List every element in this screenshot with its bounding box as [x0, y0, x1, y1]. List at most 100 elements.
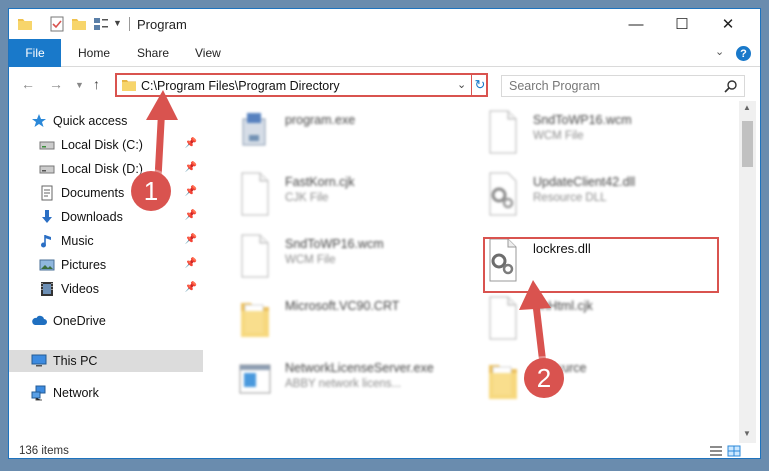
navigation-pane: Quick access Local Disk (C:) 📌 Local Dis…: [9, 101, 203, 443]
chevron-down-icon[interactable]: ▼: [113, 18, 122, 28]
sidebar-item-label: Network: [53, 386, 99, 400]
sidebar-item-label: This PC: [53, 354, 98, 368]
sidebar-item-downloads[interactable]: Downloads 📌: [9, 206, 203, 228]
pictures-icon: [39, 259, 55, 271]
file-name: NetworkLicenseServer.exe: [285, 361, 434, 375]
expand-ribbon-chevron-icon[interactable]: ⌄: [715, 45, 724, 58]
status-bar: 136 items: [9, 443, 760, 458]
title-bar: ▼ Program — ☐ ✕: [9, 9, 760, 39]
sidebar-item-onedrive[interactable]: OneDrive: [9, 310, 203, 332]
customize-toolbar-icon[interactable]: [93, 16, 109, 32]
address-path[interactable]: C:\Program Files\Program Directory: [141, 79, 340, 93]
tab-file[interactable]: File: [9, 39, 61, 67]
file-item-snhtml-cjk[interactable]: SnHtml.cjk: [485, 293, 725, 347]
sidebar-item-label: Music: [61, 234, 94, 248]
back-arrow-icon[interactable]: ←: [21, 76, 35, 92]
file-item-networklicenseserver-exe[interactable]: NetworkLicenseServer.exe ABBY network li…: [237, 355, 477, 409]
step-1-badge: 1: [131, 171, 171, 211]
sidebar-item-local-disk-c[interactable]: Local Disk (C:) 📌: [9, 134, 203, 156]
ribbon: File Home Share View ⌄ ?: [9, 39, 760, 67]
help-icon[interactable]: ?: [736, 46, 751, 61]
file-type: ABBY network licens...: [285, 378, 402, 390]
network-icon: [31, 385, 46, 401]
sidebar-item-pictures[interactable]: Pictures 📌: [9, 254, 203, 276]
folder-icon: [241, 303, 269, 337]
tab-share[interactable]: Share: [137, 46, 169, 60]
computer-icon: [31, 354, 47, 367]
folder-icon: [489, 365, 517, 399]
videos-icon: [41, 282, 53, 296]
properties-check-icon[interactable]: [49, 16, 65, 32]
downloads-icon: [42, 210, 52, 223]
search-icon[interactable]: [724, 79, 738, 93]
blank-file-icon: [241, 172, 269, 216]
file-type: WCM File: [285, 254, 336, 266]
sidebar-item-label: Downloads: [61, 210, 123, 224]
item-count: 136 items: [19, 445, 69, 457]
pin-icon[interactable]: 📌: [185, 186, 197, 197]
blank-file-icon: [489, 296, 517, 340]
file-name: SndToWP16.wcm: [533, 113, 632, 127]
pin-icon[interactable]: 📌: [185, 162, 197, 173]
file-item-program-exe[interactable]: program.exe: [237, 107, 477, 161]
lockres-highlight-box: [483, 237, 719, 293]
file-item-resource[interactable]: Resource: [485, 355, 725, 409]
sidebar-item-label: Pictures: [61, 258, 107, 272]
exe-installer-icon: [242, 113, 266, 146]
pin-icon[interactable]: 📌: [185, 258, 197, 269]
documents-icon: [41, 185, 53, 201]
search-input[interactable]: Search Program: [509, 79, 600, 93]
pin-icon[interactable]: 📌: [185, 282, 197, 293]
large-icons-view-icon[interactable]: [727, 445, 741, 457]
step-2-badge: 2: [524, 358, 564, 398]
tab-home[interactable]: Home: [78, 46, 110, 60]
drive-icon: [39, 141, 55, 150]
music-icon: [41, 235, 51, 248]
address-bar[interactable]: C:\Program Files\Program Directory ⌄ ↻: [115, 73, 488, 97]
recent-locations-chevron-icon[interactable]: ▼: [75, 80, 84, 90]
file-item-sndtowp16-wcm-2[interactable]: SndToWP16.wcm WCM File: [237, 231, 477, 285]
pin-icon[interactable]: 📌: [185, 210, 197, 221]
sidebar-item-label: Local Disk (D:): [61, 162, 143, 176]
new-folder-icon[interactable]: [71, 16, 87, 32]
file-type: WCM File: [533, 130, 584, 142]
scroll-down-arrow-icon[interactable]: ▼: [743, 429, 751, 438]
up-arrow-icon[interactable]: ↑: [93, 76, 100, 92]
search-box[interactable]: Search Program: [501, 75, 745, 97]
file-item-sndtowp16-wcm[interactable]: SndToWP16.wcm WCM File: [485, 107, 725, 161]
scrollbar-thumb[interactable]: [742, 121, 753, 167]
file-type: CJK File: [285, 192, 329, 204]
dll-gear-icon: [489, 172, 517, 216]
pin-icon[interactable]: 📌: [185, 234, 197, 245]
sidebar-item-music[interactable]: Music 📌: [9, 230, 203, 252]
sidebar-item-quick-access[interactable]: Quick access: [9, 110, 203, 132]
tab-view[interactable]: View: [195, 46, 221, 60]
file-item-fastkorn-cjk[interactable]: FastKorn.cjk CJK File: [237, 169, 477, 223]
folder-icon[interactable]: [17, 16, 33, 32]
sidebar-item-documents[interactable]: Documents 📌: [9, 182, 203, 204]
sidebar-item-local-disk-d[interactable]: Local Disk (D:) 📌: [9, 158, 203, 180]
scroll-up-arrow-icon[interactable]: ▲: [743, 103, 751, 112]
close-button[interactable]: ✕: [705, 9, 751, 39]
file-list: program.exe SndToWP16.wcm WCM File FastK…: [205, 101, 739, 443]
details-view-icon[interactable]: [709, 445, 723, 457]
maximize-button[interactable]: ☐: [659, 9, 705, 39]
pin-icon[interactable]: 📌: [185, 138, 197, 149]
sidebar-item-label: Videos: [61, 282, 99, 296]
file-item-microsoft-vc90-crt[interactable]: Microsoft.VC90.CRT: [237, 293, 477, 347]
sidebar-item-videos[interactable]: Videos 📌: [9, 278, 203, 300]
sidebar-item-network[interactable]: Network: [9, 382, 203, 404]
cloud-icon: [32, 315, 47, 325]
sidebar-item-this-pc[interactable]: This PC: [9, 350, 203, 372]
drive-icon: [39, 165, 55, 174]
sidebar-item-label: Quick access: [53, 114, 128, 128]
forward-arrow-icon[interactable]: →: [49, 76, 63, 92]
app-window-icon: [239, 364, 271, 394]
vertical-scrollbar[interactable]: ▲ ▼: [739, 101, 756, 443]
sidebar-item-label: Documents: [61, 186, 125, 200]
minimize-button[interactable]: —: [613, 9, 659, 39]
refresh-icon[interactable]: ↻: [471, 75, 488, 95]
file-name: FastKorn.cjk: [285, 175, 355, 189]
file-item-updateclient42-dll[interactable]: UpdateClient42.dll Resource DLL: [485, 169, 725, 223]
address-dropdown-chevron-icon[interactable]: ⌄: [457, 78, 466, 91]
